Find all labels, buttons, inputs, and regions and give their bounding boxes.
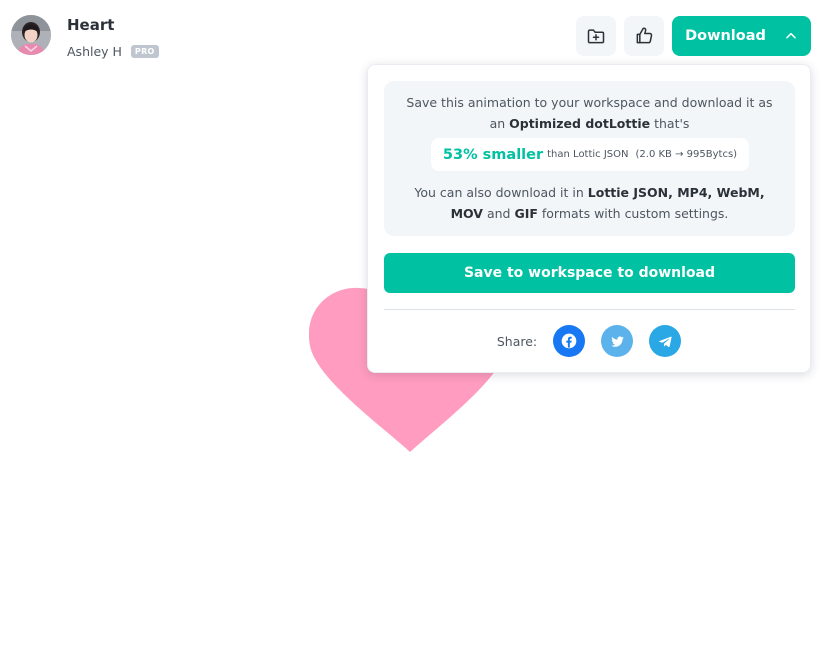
- download-dropdown: Save this animation to your workspace an…: [367, 64, 811, 373]
- animation-title: Heart: [67, 16, 115, 34]
- share-row: Share:: [368, 325, 810, 357]
- pro-badge: PRO: [130, 45, 159, 58]
- share-facebook-button[interactable]: [553, 325, 586, 357]
- share-label: Share:: [496, 333, 538, 349]
- info-intro-line1: Save this animation to your workspace an…: [406, 95, 773, 110]
- share-twitter-button[interactable]: [601, 325, 634, 357]
- folder-plus-icon: [587, 29, 605, 44]
- thumbs-up-icon: [636, 27, 653, 44]
- author-row: Ashley H PRO: [67, 44, 159, 59]
- add-to-collection-button[interactable]: [576, 16, 616, 56]
- size-savings-pill: 53% smaller than Lottic JSON (2.0 KB → 9…: [431, 138, 749, 171]
- formats-line1: You can also download it in Lottie JSON,…: [414, 185, 765, 200]
- savings-highlight: 53% smaller: [442, 146, 544, 163]
- avatar-photo: [11, 15, 51, 55]
- animation-page: Heart Ashley H PRO Download Save this an…: [0, 0, 823, 651]
- savings-comparison: than Lottic JSON: [547, 149, 629, 160]
- avatar[interactable]: [11, 15, 51, 55]
- facebook-icon: [561, 333, 577, 349]
- formats-line2: MOV and GIF formats with custom settings…: [450, 206, 729, 221]
- save-to-workspace-button[interactable]: Save to workspace to download: [384, 253, 795, 293]
- info-intro-line2: an Optimized dotLottie that's: [489, 116, 690, 131]
- download-label: Download: [685, 28, 766, 44]
- twitter-icon: [610, 335, 624, 347]
- chevron-up-icon: [786, 32, 796, 39]
- telegram-icon: [658, 336, 672, 347]
- dotlottie-info-box: Save this animation to your workspace an…: [384, 81, 795, 236]
- divider: [384, 309, 795, 310]
- download-button[interactable]: Download: [672, 16, 811, 56]
- share-telegram-button[interactable]: [649, 325, 682, 357]
- author-name[interactable]: Ashley H: [67, 44, 122, 59]
- like-button[interactable]: [624, 16, 664, 56]
- savings-detail: (2.0 KB → 995Bytcs): [635, 149, 738, 160]
